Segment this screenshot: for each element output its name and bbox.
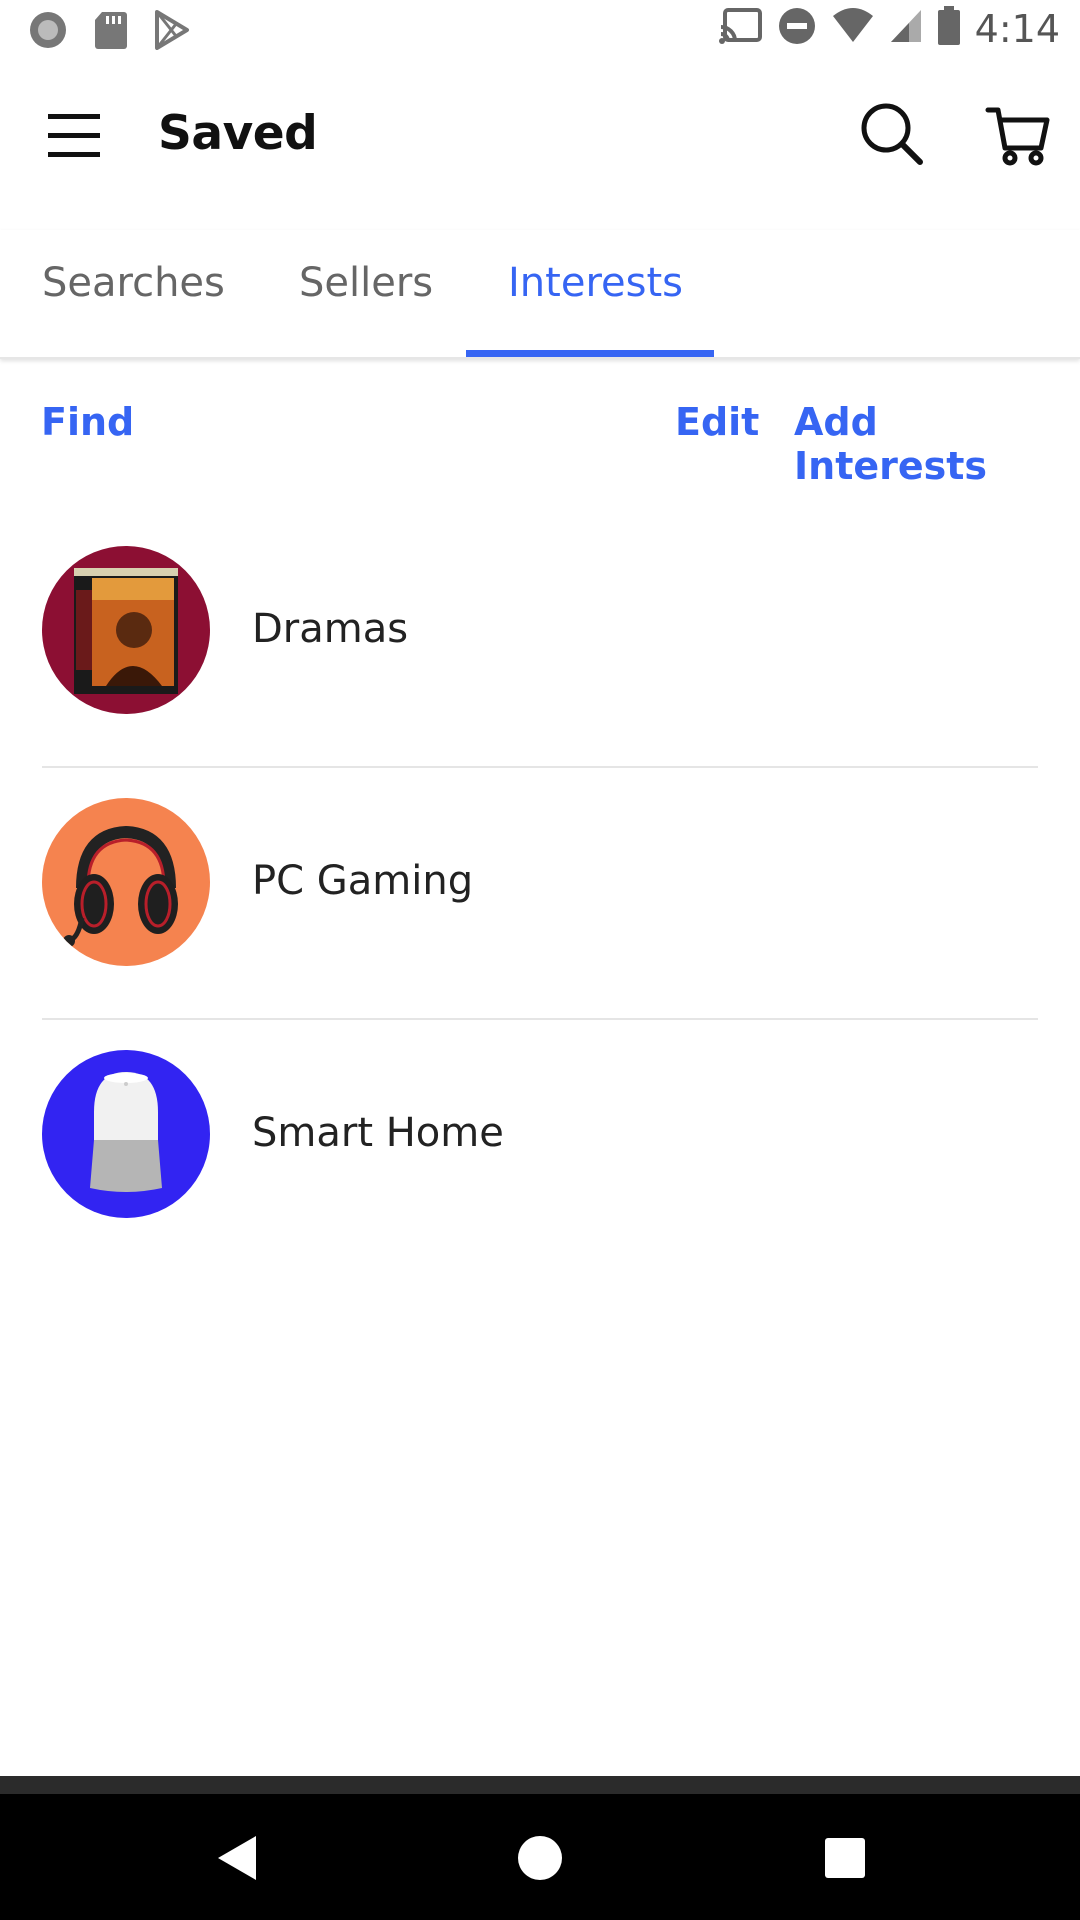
battery-icon [937,6,961,51]
active-tab-indicator [466,350,714,357]
app-bar: Saved [0,70,1080,200]
list-item[interactable]: Smart Home [42,1020,1038,1270]
sd-card-icon [94,10,128,55]
signal-icon [889,8,923,49]
action-bar: Find Edit Add Interests [0,400,1080,488]
smart-speaker-icon [42,1072,210,1218]
play-store-icon [154,10,190,55]
avatar [42,798,210,966]
system-nav-bar [0,1776,1080,1920]
search-button[interactable] [858,100,926,168]
interest-label: PC Gaming [252,858,474,904]
home-button[interactable] [510,1828,570,1888]
recents-icon [815,1838,875,1892]
home-icon [510,1836,570,1892]
headset-icon [42,825,210,966]
add-interests-link[interactable]: Add Interests [794,400,1080,488]
tab-interests[interactable]: Interests [508,260,683,306]
menu-icon [44,114,104,170]
page-title: Saved [158,106,318,161]
wifi-icon [831,8,875,49]
back-icon [210,1836,270,1892]
recents-button[interactable] [815,1828,875,1888]
interest-label: Dramas [252,606,409,652]
interest-list: Dramas PC Gaming Smart Home [0,516,1080,1270]
record-icon [28,10,68,55]
cast-icon [718,7,763,50]
list-item[interactable]: Dramas [42,516,1038,768]
edit-link[interactable]: Edit [675,400,759,444]
tab-sellers[interactable]: Sellers [299,260,433,306]
nav-bar-divider [0,1776,1080,1794]
tab-bar: Searches Sellers Interests [0,230,1080,359]
interest-label: Smart Home [252,1110,504,1156]
find-link[interactable]: Find [41,400,134,444]
search-icon [858,103,926,172]
list-item[interactable]: PC Gaming [42,768,1038,1020]
cart-button[interactable] [985,102,1051,168]
cart-icon [985,107,1051,172]
status-bar: 4:14 [0,0,1080,62]
menu-button[interactable] [44,106,104,166]
back-button[interactable] [210,1828,270,1888]
tab-searches[interactable]: Searches [42,260,225,306]
status-time: 4:14 [974,6,1060,51]
do-not-disturb-icon [777,6,817,51]
movie-poster-icon [42,568,210,714]
avatar [42,546,210,714]
avatar [42,1050,210,1218]
